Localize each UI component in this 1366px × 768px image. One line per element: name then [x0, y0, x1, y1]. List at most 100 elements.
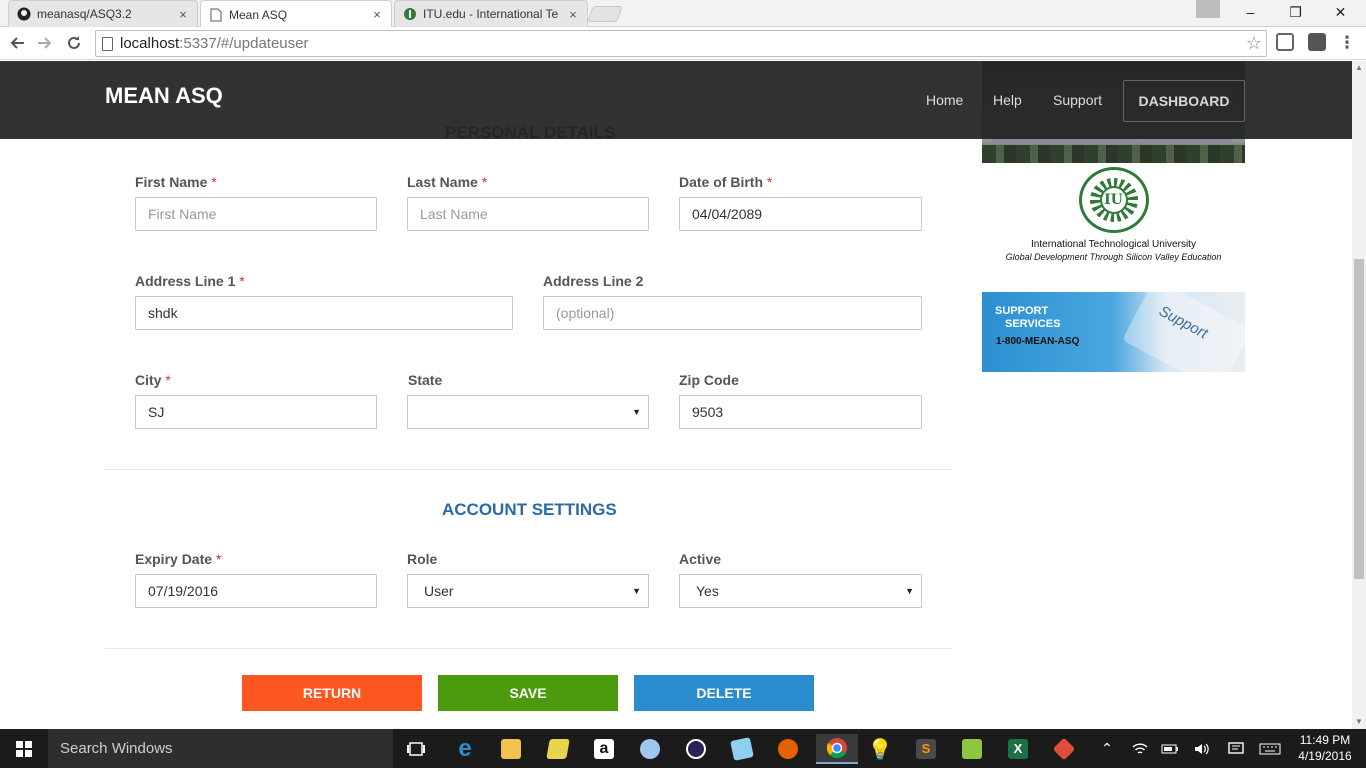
back-arrow-icon[interactable] [6, 32, 28, 54]
notifications-icon[interactable] [1224, 729, 1248, 768]
required-mark: * [766, 174, 773, 190]
address1-input[interactable] [135, 296, 513, 330]
notepad-icon[interactable] [724, 734, 760, 764]
zip-input[interactable] [679, 395, 922, 429]
chevron-down-icon: ▼ [905, 586, 914, 596]
required-mark: * [239, 273, 245, 289]
tab-meanasq-github[interactable]: meanasq/ASQ3.2 × [8, 0, 198, 27]
required-mark: * [481, 174, 488, 190]
dob-label: Date of Birth * [679, 174, 772, 190]
city-input[interactable] [135, 395, 377, 429]
github-icon [17, 7, 31, 21]
nav-support[interactable]: Support [1053, 92, 1102, 108]
chrome-icon[interactable] [816, 734, 858, 764]
support-banner[interactable]: SUPPORT SERVICES 1-800-MEAN-ASQ Support [982, 292, 1245, 372]
required-mark: * [211, 174, 217, 190]
scroll-up-arrow-icon[interactable]: ▲ [1352, 61, 1366, 75]
expiry-date-input[interactable] [135, 574, 377, 608]
maps-icon[interactable] [540, 734, 576, 764]
keyboard-icon[interactable] [1256, 729, 1284, 768]
return-button[interactable]: RETURN [242, 675, 422, 711]
delete-button[interactable]: DELETE [634, 675, 814, 711]
task-view-icon[interactable] [398, 734, 434, 764]
windows-logo-icon [16, 740, 32, 757]
address2-input[interactable] [543, 296, 922, 330]
excel-icon[interactable]: X [1000, 734, 1036, 764]
brand-logo[interactable]: MEAN ASQ [105, 83, 223, 109]
label-text: Address Line 2 [543, 273, 644, 289]
label-text: Expiry Date [135, 551, 213, 567]
tab-mean-asq[interactable]: Mean ASQ × [200, 0, 392, 28]
active-select[interactable]: Yes ▼ [679, 574, 922, 608]
windows-taskbar: Search Windows e a 💡 S X ⌃ 11:49 PM 4/19… [0, 729, 1366, 768]
paint-icon[interactable] [632, 734, 668, 764]
nav-home[interactable]: Home [926, 92, 963, 108]
label-text: Active [679, 551, 722, 567]
active-label: Active [679, 551, 721, 567]
last-name-input[interactable] [407, 197, 649, 231]
reload-icon[interactable] [63, 32, 85, 54]
extension-icon[interactable] [1276, 33, 1294, 51]
section-divider [105, 648, 952, 649]
menu-icon[interactable]: ⋮ [1336, 32, 1358, 54]
address-host: localhost [120, 35, 180, 52]
first-name-input[interactable] [135, 197, 377, 231]
profile-icon[interactable] [1196, 0, 1220, 18]
support-phone: 1-800-MEAN-ASQ [996, 336, 1080, 347]
amazon-icon[interactable]: a [586, 734, 622, 764]
role-select[interactable]: User ▼ [407, 574, 649, 608]
page-scrollbar[interactable]: ▲ ▼ [1352, 61, 1366, 729]
university-name: International Technological University [1031, 239, 1196, 250]
dob-input[interactable] [679, 197, 922, 231]
tab-itu-edu[interactable]: ITU.edu - International Te × [394, 0, 588, 27]
minimize-button[interactable]: – [1228, 0, 1273, 24]
close-tab-icon[interactable]: × [567, 7, 579, 22]
label-text: First Name [135, 174, 208, 190]
city-label: City * [135, 372, 171, 388]
label-text: Last Name [407, 174, 478, 190]
required-mark: * [215, 551, 222, 567]
edge-browser-icon[interactable]: e [447, 734, 483, 764]
file-explorer-icon[interactable] [493, 734, 529, 764]
sublime-text-icon[interactable]: S [908, 734, 944, 764]
first-name-label: First Name * [135, 174, 217, 190]
support-banner-title: SUPPORT SERVICES [995, 305, 1060, 331]
taskbar-clock[interactable]: 11:49 PM 4/19/2016 [1288, 732, 1362, 764]
address-bar[interactable]: localhost:5337/#/updateuser ☆ [95, 30, 1267, 57]
clock-date: 4/19/2016 [1298, 749, 1352, 763]
taskbar-search[interactable]: Search Windows [48, 729, 393, 768]
restore-button[interactable]: ❐ [1273, 0, 1318, 24]
wifi-icon[interactable] [1128, 729, 1152, 768]
battery-icon[interactable] [1158, 729, 1182, 768]
close-window-button[interactable]: ✕ [1318, 0, 1363, 24]
tab-label: Mean ASQ [229, 7, 288, 22]
sheet-icon[interactable] [954, 734, 990, 764]
git-icon[interactable] [1046, 734, 1082, 764]
lightbulb-icon[interactable]: 💡 [862, 734, 898, 764]
scrollbar-thumb[interactable] [1354, 259, 1364, 579]
label-text: State [408, 372, 443, 388]
close-tab-icon[interactable]: × [371, 7, 383, 22]
label-text: Date of Birth [679, 174, 763, 190]
account-settings-title: ACCOUNT SETTINGS [442, 500, 617, 519]
extension-icon[interactable] [1308, 33, 1326, 51]
zip-label: Zip Code [679, 372, 739, 388]
active-value: Yes [696, 583, 719, 599]
page-viewport: IU International Technological Universit… [0, 61, 1352, 729]
scroll-down-arrow-icon[interactable]: ▼ [1352, 715, 1366, 729]
start-button[interactable] [0, 729, 48, 768]
new-tab-button[interactable] [587, 6, 623, 22]
close-tab-icon[interactable]: × [177, 7, 189, 22]
dashboard-button[interactable]: DASHBOARD [1123, 80, 1245, 122]
section-divider [105, 469, 952, 470]
browser-toolbar: localhost:5337/#/updateuser ☆ ⋮ [0, 27, 1366, 60]
save-button[interactable]: SAVE [438, 675, 618, 711]
state-select[interactable]: ▼ [407, 395, 649, 429]
show-hidden-icons[interactable]: ⌃ [1097, 729, 1117, 768]
eclipse-icon[interactable] [678, 734, 714, 764]
volume-icon[interactable] [1190, 729, 1214, 768]
bookmark-star-icon[interactable]: ☆ [1246, 33, 1262, 54]
firefox-icon[interactable] [770, 734, 806, 764]
nav-help[interactable]: Help [993, 92, 1022, 108]
forward-arrow-icon[interactable] [34, 32, 56, 54]
